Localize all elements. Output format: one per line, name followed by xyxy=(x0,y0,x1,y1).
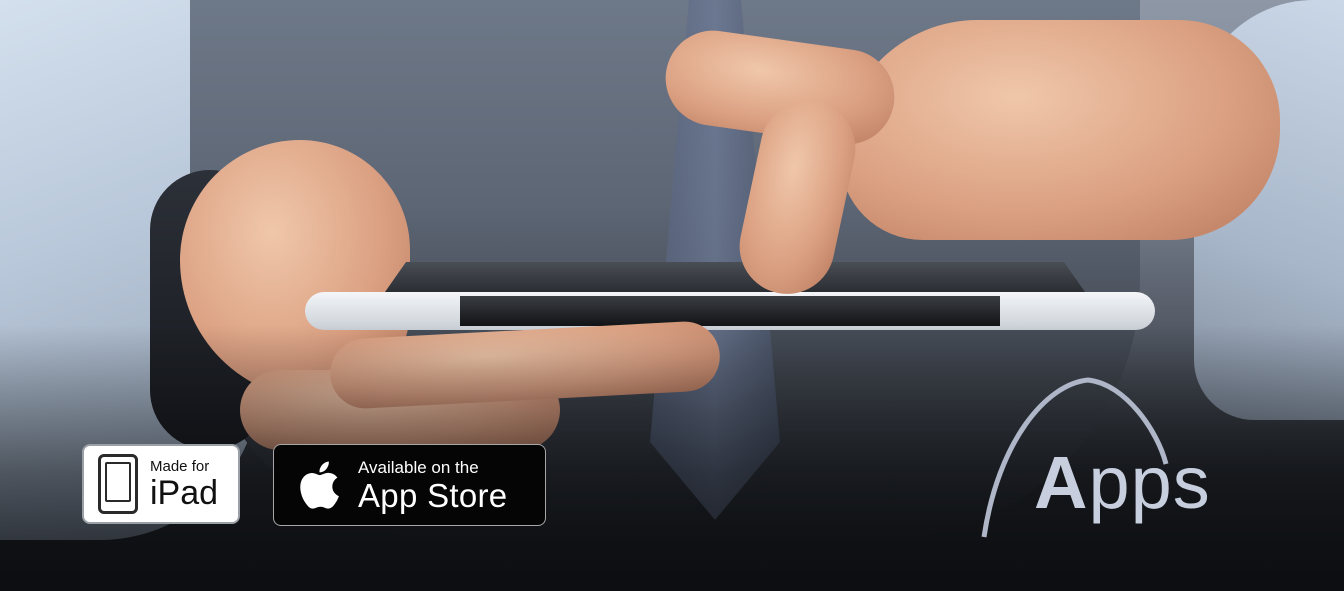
ipad-badge-text: Made for iPad xyxy=(150,459,218,510)
app-store-line1: Available on the xyxy=(358,457,479,477)
ipad-badge-line1: Made for xyxy=(150,457,210,475)
apps-logo-rest: pps xyxy=(1088,441,1211,524)
apple-icon xyxy=(300,461,339,509)
made-for-ipad-badge[interactable]: Made for iPad xyxy=(82,444,240,524)
app-store-line2: App Store xyxy=(358,476,508,514)
ipad-icon xyxy=(98,454,138,514)
apps-logo-first-letter: A xyxy=(1034,441,1089,524)
ipad-badge-line2: iPad xyxy=(150,473,219,512)
promo-banner: Made for iPad Available on the App Store… xyxy=(0,0,1344,591)
app-store-badge[interactable]: Available on the App Store xyxy=(273,444,546,526)
apps-logo: Apps xyxy=(976,372,1246,542)
app-store-badge-text: Available on the App Store xyxy=(358,459,507,512)
apps-logo-text: Apps xyxy=(1034,446,1211,520)
